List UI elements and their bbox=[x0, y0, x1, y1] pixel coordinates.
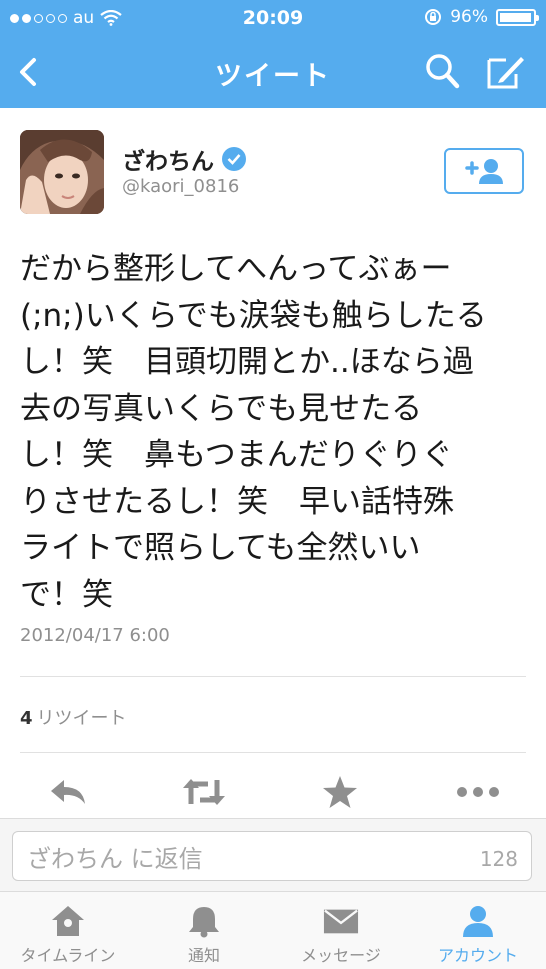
retweet-count[interactable]: 4 リツイート bbox=[20, 704, 127, 730]
reply-char-count: 128 bbox=[479, 847, 518, 871]
favorite-button[interactable] bbox=[316, 774, 364, 810]
more-dots-icon bbox=[457, 787, 499, 797]
top-bar: au 20:09 96% ツイート bbox=[0, 0, 546, 108]
tweet-timestamp: 2012/04/17 6:00 bbox=[20, 625, 170, 646]
follow-button[interactable] bbox=[444, 148, 524, 194]
divider bbox=[20, 676, 526, 677]
retweet-icon bbox=[183, 779, 225, 805]
avatar[interactable] bbox=[20, 130, 104, 214]
reply-input[interactable]: ざわちん に返信 bbox=[12, 831, 532, 881]
nav-bar: ツイート bbox=[0, 36, 546, 108]
avatar-photo bbox=[20, 130, 104, 214]
tab-label: メッセージ bbox=[301, 946, 381, 965]
add-user-icon bbox=[465, 159, 503, 184]
tweet-line: だから整形してへんってぶぁー bbox=[20, 251, 452, 287]
user-name[interactable]: ざわちん bbox=[122, 142, 246, 176]
tweet-line: りさせたるし！笑 早い話特殊 bbox=[20, 483, 454, 520]
search-icon[interactable] bbox=[424, 52, 460, 90]
verified-badge-icon bbox=[222, 147, 246, 171]
tweet-line: で！笑 bbox=[20, 576, 113, 613]
user-name-text: ざわちん bbox=[122, 149, 214, 175]
tweet-line: し！笑 目頭切開とか..ほなら過 bbox=[20, 344, 474, 380]
tab-timeline[interactable]: タイムライン bbox=[0, 892, 136, 969]
page-title: ツイート bbox=[215, 61, 331, 92]
tab-notifications[interactable]: 通知 bbox=[136, 892, 272, 969]
status-bar: au 20:09 96% bbox=[0, 0, 546, 36]
tweet-text: だから整形してへんってぶぁー (;n;)いくらでも涙袋も触らしたる し！笑 目頭… bbox=[20, 246, 530, 618]
reply-icon bbox=[51, 780, 85, 804]
tweet-line: (;n;)いくらでも涙袋も触らしたる bbox=[20, 297, 487, 334]
star-icon bbox=[323, 776, 357, 808]
retweet-count-number: 4 bbox=[20, 708, 33, 729]
compose-icon[interactable] bbox=[486, 52, 526, 90]
battery-icon bbox=[496, 8, 539, 26]
retweet-button[interactable] bbox=[180, 774, 228, 810]
tab-label: 通知 bbox=[187, 946, 220, 965]
battery-percent: 96% bbox=[450, 7, 488, 27]
reply-button[interactable] bbox=[44, 774, 92, 810]
tweet-line: し！笑 鼻もつまんだりぐりぐ bbox=[20, 437, 453, 473]
tweet-line: ライトで照らしても全然いい bbox=[20, 530, 421, 566]
bell-icon bbox=[186, 904, 222, 938]
battery-fill bbox=[500, 12, 531, 22]
reply-bar: ざわちん に返信 128 bbox=[0, 818, 546, 892]
tab-label: アカウント bbox=[437, 946, 518, 965]
rotation-lock-icon bbox=[425, 9, 442, 25]
tab-messages[interactable]: メッセージ bbox=[273, 892, 409, 969]
reply-placeholder: ざわちん に返信 bbox=[27, 844, 203, 873]
tab-bar: タイムライン 通知 メッセージ アカウント bbox=[0, 892, 546, 969]
tab-label: タイムライン bbox=[20, 946, 116, 965]
person-icon bbox=[460, 904, 496, 938]
more-button[interactable] bbox=[454, 774, 502, 810]
user-handle[interactable]: @kaori_0816 bbox=[122, 176, 239, 197]
envelope-icon bbox=[323, 904, 359, 938]
divider bbox=[20, 752, 526, 753]
tweet-line: 去の写真いくらでも見せたる bbox=[20, 390, 423, 427]
tab-account[interactable]: アカウント bbox=[410, 892, 546, 969]
status-right: 96% bbox=[424, 7, 539, 27]
home-icon bbox=[50, 904, 86, 938]
retweet-count-label: リツイート bbox=[36, 708, 127, 729]
tweet-actions bbox=[0, 770, 546, 814]
